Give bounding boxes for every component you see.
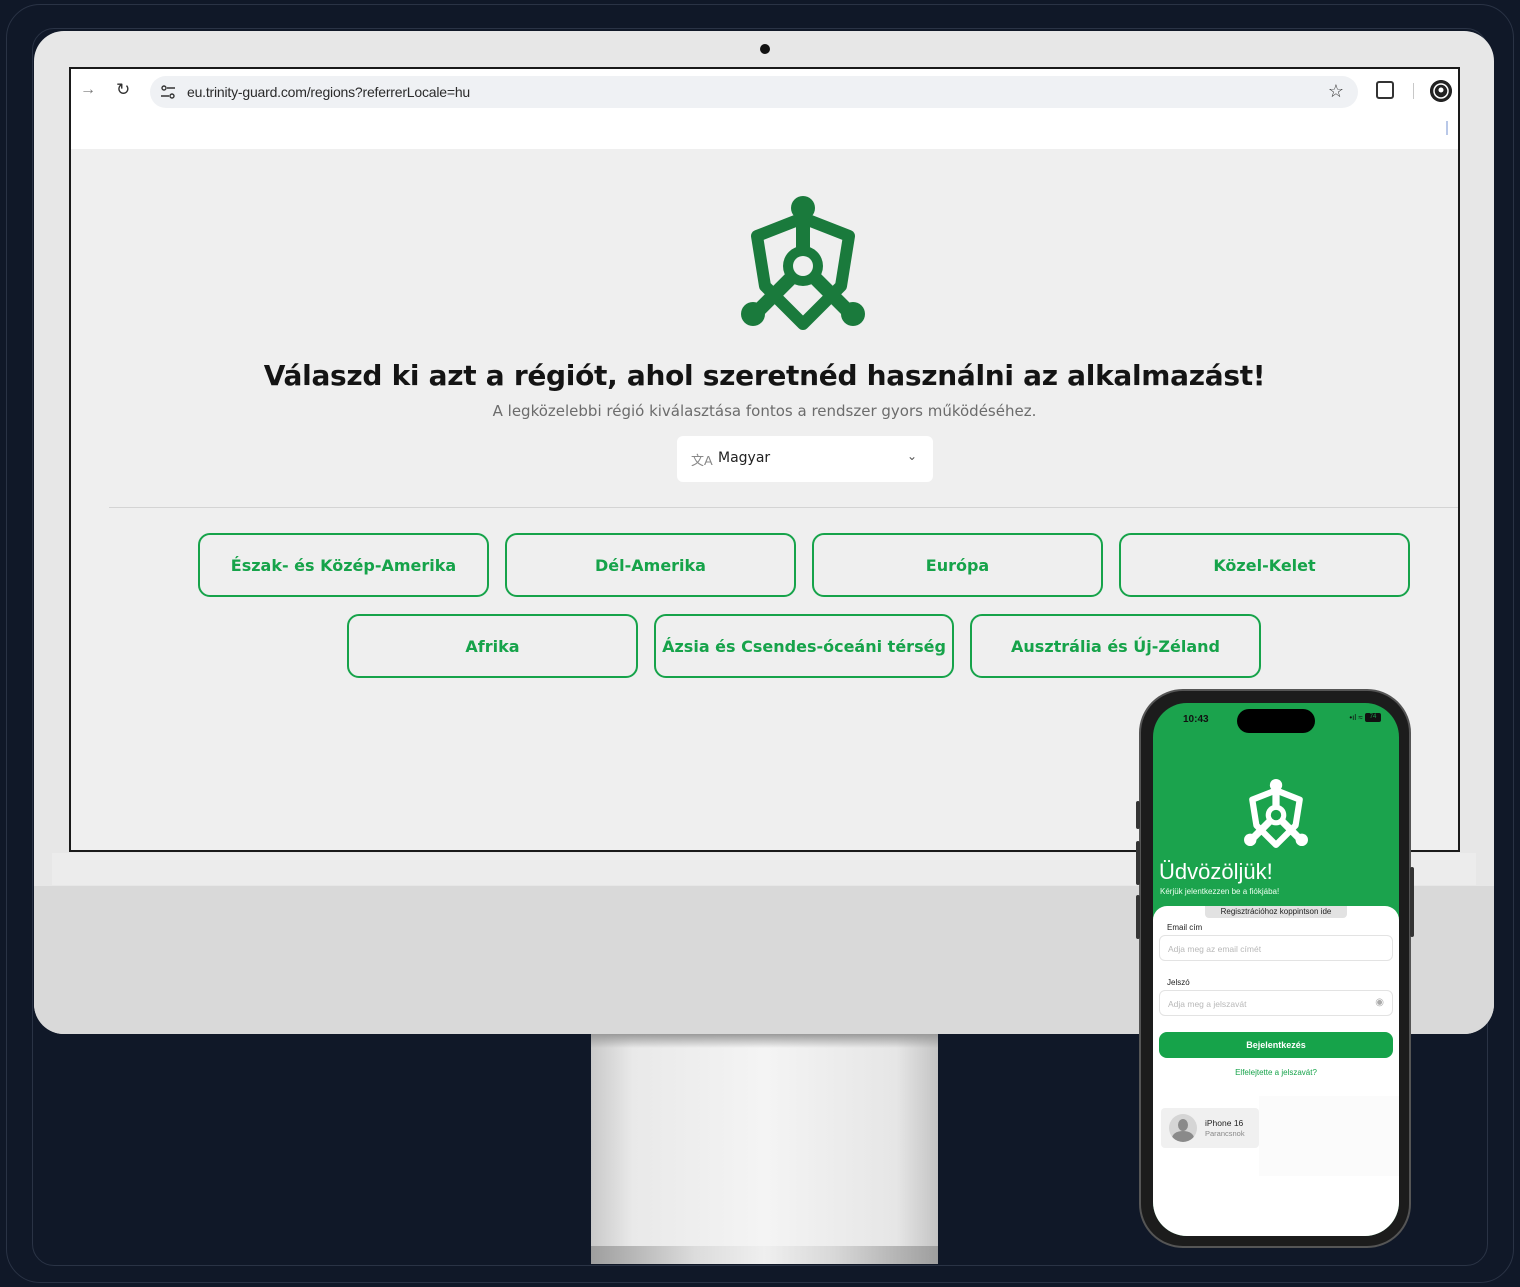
profile-avatar-icon[interactable] <box>1430 80 1452 102</box>
url-text[interactable]: eu.trinity-guard.com/regions?referrerLoc… <box>187 84 470 100</box>
airdrop-device-card[interactable]: iPhone 16 Parancsnok <box>1161 1108 1259 1148</box>
forgot-password-link[interactable]: Elfelejtette a jelszavát? <box>1153 1068 1399 1077</box>
phone-screen: 10:43 •ıl ≈ 74 Üdvözöljük! Kérjük jelent… <box>1153 703 1399 1236</box>
site-settings-icon[interactable] <box>160 84 176 100</box>
extensions-icon[interactable] <box>1376 81 1394 99</box>
person-avatar-icon <box>1169 1114 1197 1142</box>
welcome-subtitle: Kérjük jelentkezzen be a fiókjába! <box>1160 887 1280 896</box>
email-label: Email cím <box>1167 923 1203 932</box>
register-link[interactable]: Regisztrációhoz koppintson ide <box>1205 906 1347 918</box>
phone-volume-down <box>1136 895 1140 939</box>
forward-icon[interactable]: → <box>80 81 96 99</box>
chevron-down-icon: ⌄ <box>906 449 917 463</box>
login-sheet: Regisztrációhoz koppintson ide Email cím… <box>1153 906 1399 1236</box>
scroll-indicator <box>1446 121 1448 135</box>
dynamic-island <box>1237 709 1315 733</box>
address-bar[interactable]: eu.trinity-guard.com/regions?referrerLoc… <box>150 76 1358 108</box>
airdrop-device-name: iPhone 16 <box>1205 1118 1244 1128</box>
toolbar-divider <box>1413 83 1414 99</box>
airdrop-device-owner: Parancsnok <box>1205 1129 1245 1138</box>
stand-shadow <box>591 1034 938 1048</box>
password-placeholder: Adja meg a jelszavát <box>1168 999 1247 1009</box>
trinity-guard-logo-white <box>1244 778 1308 849</box>
translate-icon: 文A <box>691 453 713 468</box>
page-subtitle: A legközelebbi régió kiválasztása fontos… <box>492 402 1037 420</box>
region-button-europe[interactable]: Európa <box>812 533 1103 597</box>
blurred-area <box>1259 1096 1399 1176</box>
language-selected-value: Magyar <box>718 450 771 466</box>
password-label: Jelszó <box>1167 978 1190 987</box>
monitor-camera <box>760 44 770 54</box>
region-button-australia-new-zealand[interactable]: Ausztrália és Új-Zéland <box>970 614 1261 678</box>
browser-toolbar: → ↻ eu.trinity-guard.com/regions?referre… <box>71 69 1458 149</box>
page-title: Válaszd ki azt a régiót, ahol szeretnéd … <box>263 359 1266 392</box>
reload-icon[interactable]: ↻ <box>116 80 130 100</box>
show-password-eye-icon[interactable]: ◉ <box>1375 997 1384 1008</box>
battery-icon: 74 <box>1365 713 1381 723</box>
status-icons: •ıl ≈ 74 <box>1349 713 1381 723</box>
password-field[interactable]: Adja meg a jelszavát ◉ <box>1159 990 1393 1016</box>
region-button-south-america[interactable]: Dél-Amerika <box>505 533 796 597</box>
iphone-device: 10:43 •ıl ≈ 74 Üdvözöljük! Kérjük jelent… <box>1136 689 1414 1248</box>
region-button-africa[interactable]: Afrika <box>347 614 638 678</box>
login-button[interactable]: Bejelentkezés <box>1159 1032 1393 1058</box>
section-divider <box>109 507 1458 508</box>
region-button-middle-east[interactable]: Közel-Kelet <box>1119 533 1410 597</box>
region-button-north-central-america[interactable]: Észak- és Közép-Amerika <box>198 533 489 597</box>
stand-base <box>591 1246 938 1264</box>
status-time: 10:43 <box>1183 714 1209 725</box>
monitor-stand <box>591 1034 938 1264</box>
phone-side-button <box>1136 801 1140 829</box>
trinity-guard-logo <box>741 196 865 330</box>
language-select[interactable]: 文A Magyar ⌄ <box>677 436 933 482</box>
phone-volume-up <box>1136 841 1140 885</box>
welcome-title: Üdvözöljük! <box>1159 859 1273 884</box>
phone-power-button <box>1410 867 1414 937</box>
signal-wifi-icon: •ıl ≈ <box>1349 713 1363 722</box>
region-button-asia-pacific[interactable]: Ázsia és Csendes-óceáni térség <box>654 614 954 678</box>
email-field[interactable]: Adja meg az email címét <box>1159 935 1393 961</box>
bookmark-star-icon[interactable]: ☆ <box>1328 81 1344 102</box>
